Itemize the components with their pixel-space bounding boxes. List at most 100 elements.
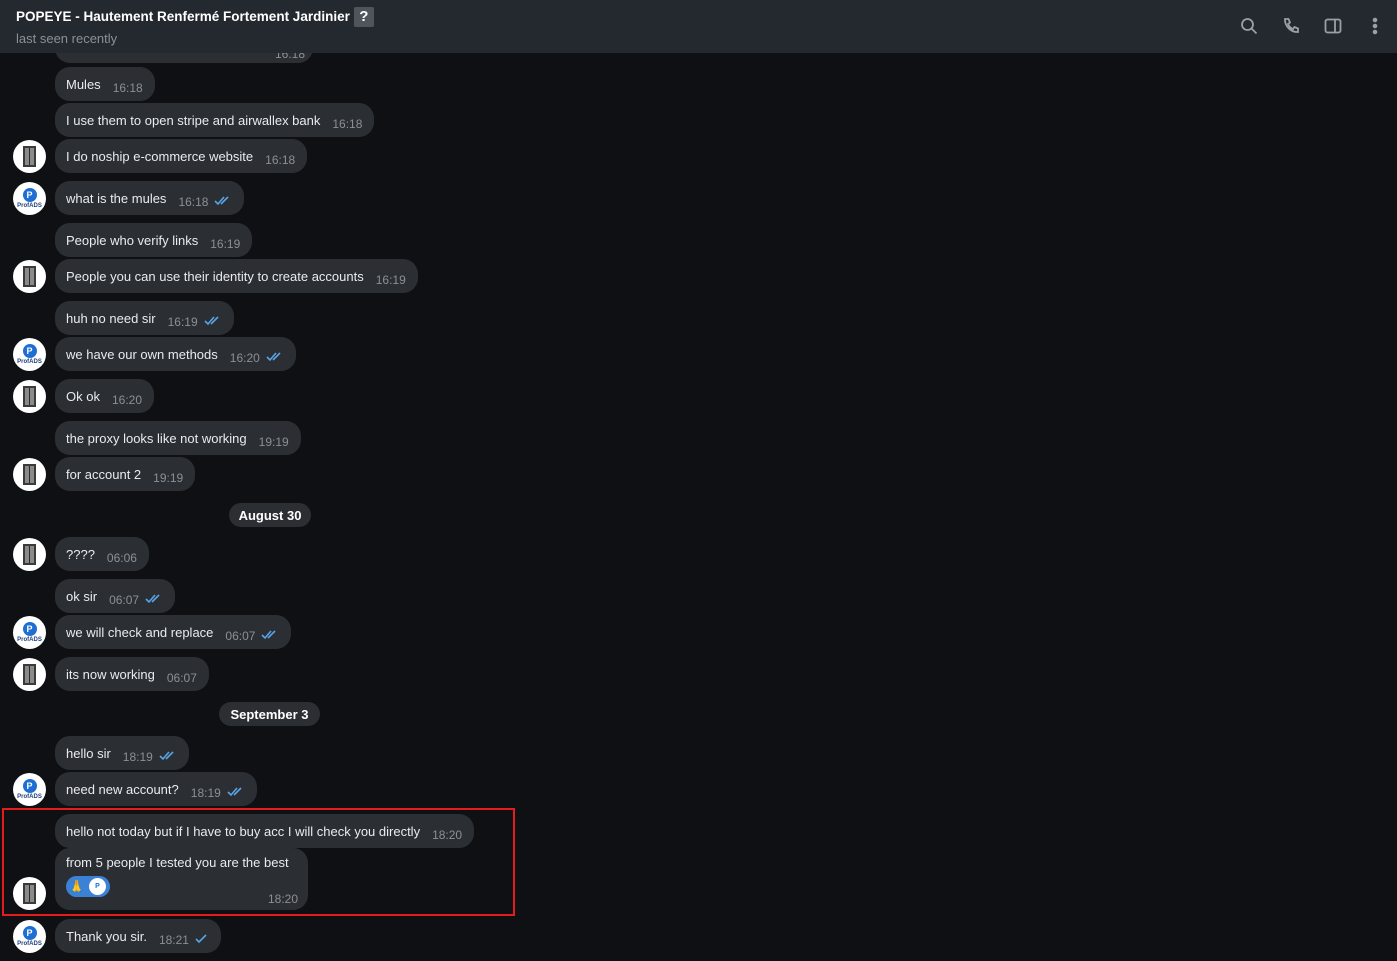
message-bubble[interactable]: huh no need sir 16:19 bbox=[55, 301, 234, 335]
message-bubble[interactable]: for account 2 19:19 bbox=[55, 457, 196, 491]
message-time: 16:18 bbox=[112, 81, 143, 95]
message-list[interactable]: 16:18 Mules 16:18 I use them to open str… bbox=[0, 53, 1397, 961]
message-bubble[interactable]: hello sir 18:19 bbox=[55, 736, 189, 770]
sidebar-toggle-icon[interactable] bbox=[1323, 16, 1343, 36]
user-avatar[interactable]: P ProfADS bbox=[13, 616, 46, 649]
message-bubble[interactable]: what is the mules 16:18 bbox=[55, 181, 245, 215]
read-checkmarks-icon bbox=[266, 349, 284, 367]
reaction-bar[interactable]: 🙏 P bbox=[66, 876, 110, 897]
message-bubble[interactable]: People you can use their identity to cre… bbox=[55, 259, 418, 293]
contact-avatar[interactable] bbox=[13, 658, 46, 691]
read-checkmarks-icon bbox=[159, 748, 177, 766]
message-time: 18:20 bbox=[267, 892, 298, 906]
contact-avatar[interactable] bbox=[13, 380, 46, 413]
message-bubble[interactable]: need new account? 18:19 bbox=[55, 772, 257, 806]
user-avatar[interactable]: P ProfADS bbox=[13, 182, 46, 215]
message-time: 16:18 bbox=[332, 117, 363, 131]
read-checkmarks-icon bbox=[145, 591, 163, 609]
message-text: its now working bbox=[66, 666, 155, 682]
read-checkmarks-icon bbox=[204, 313, 222, 331]
message-bubble[interactable]: hello not today but if I have to buy acc… bbox=[55, 814, 475, 848]
pray-reaction-icon[interactable]: 🙏 bbox=[69, 879, 85, 895]
message-time: 16:18 bbox=[274, 53, 305, 61]
message-time: 06:07 bbox=[225, 629, 256, 643]
message-time: 19:19 bbox=[153, 471, 184, 485]
logo-text: ProfADS bbox=[17, 359, 42, 365]
message-time: 06:06 bbox=[106, 551, 137, 565]
message-time: 16:20 bbox=[111, 393, 142, 407]
more-vertical-icon[interactable] bbox=[1365, 16, 1385, 36]
message-bubble[interactable]: Ok ok 16:20 bbox=[55, 379, 154, 413]
message-text: Mules bbox=[66, 76, 101, 92]
message-bubble[interactable]: its now working 06:07 bbox=[55, 657, 209, 691]
message-bubble[interactable]: People who verify links 16:19 bbox=[55, 223, 253, 257]
message-text: Ok ok bbox=[66, 388, 100, 404]
chat-title-row[interactable]: POPEYE - Hautement Renfermé Fortement Ja… bbox=[16, 7, 1381, 27]
message-time: 16:19 bbox=[167, 315, 198, 329]
message-time: 18:19 bbox=[190, 786, 221, 800]
contact-avatar[interactable] bbox=[13, 538, 46, 571]
date-separator: September 3 bbox=[219, 702, 320, 726]
logo-icon: P bbox=[22, 188, 37, 202]
message-time: 06:07 bbox=[166, 671, 197, 685]
message-text: People you can use their identity to cre… bbox=[66, 268, 364, 284]
logo-icon: P bbox=[22, 344, 37, 358]
user-avatar[interactable]: P ProfADS bbox=[13, 773, 46, 806]
logo-text: ProfADS bbox=[17, 637, 42, 643]
message-text: hello sir bbox=[66, 745, 111, 761]
message-bubble[interactable]: Mules 16:18 bbox=[55, 67, 155, 101]
message-text: hello not today but if I have to buy acc… bbox=[66, 823, 421, 839]
phone-icon[interactable] bbox=[1281, 16, 1301, 36]
message-text: Thank you sir. bbox=[66, 928, 147, 944]
logo-text: ProfADS bbox=[17, 941, 42, 947]
contact-avatar[interactable] bbox=[13, 458, 46, 491]
message-text: huh no need sir bbox=[66, 310, 156, 326]
date-separator: August 30 bbox=[229, 503, 311, 527]
message-text: need new account? bbox=[66, 781, 179, 797]
contact-avatar[interactable] bbox=[13, 260, 46, 293]
message-bubble[interactable]: ???? 06:06 bbox=[55, 537, 149, 571]
message-text: ???? bbox=[66, 546, 95, 562]
logo-icon: P bbox=[22, 622, 37, 636]
message-text: we have our own methods bbox=[66, 346, 218, 362]
message-text: what is the mules bbox=[66, 190, 167, 206]
message-time: 16:18 bbox=[178, 195, 209, 209]
header-actions bbox=[1239, 16, 1385, 36]
message-time: 16:19 bbox=[210, 237, 241, 251]
message-bubble[interactable]: ok sir 06:07 bbox=[55, 579, 176, 613]
message-text: for account 2 bbox=[66, 466, 142, 482]
message-bubble[interactable]: I use them to open stripe and airwallex … bbox=[55, 103, 375, 137]
message-bubble-partial[interactable]: 16:18 bbox=[55, 53, 313, 63]
message-time: 16:18 bbox=[265, 153, 296, 167]
sent-checkmark-icon bbox=[195, 931, 209, 949]
chat-status: last seen recently bbox=[16, 31, 118, 46]
message-time: 19:19 bbox=[258, 435, 289, 449]
reactor-avatar-icon[interactable]: P bbox=[89, 878, 106, 895]
message-time: 18:21 bbox=[158, 933, 189, 947]
message-text: People who verify links bbox=[66, 232, 199, 248]
message-text: I use them to open stripe and airwallex … bbox=[66, 112, 321, 128]
message-bubble[interactable]: Thank you sir. 18:21 bbox=[55, 919, 221, 953]
logo-icon: P bbox=[22, 779, 37, 793]
message-bubble[interactable]: we have our own methods 16:20 bbox=[55, 337, 296, 371]
logo-text: ProfADS bbox=[17, 203, 42, 209]
contact-avatar[interactable] bbox=[13, 877, 46, 910]
message-bubble[interactable]: we will check and replace 06:07 bbox=[55, 615, 292, 649]
contact-avatar[interactable] bbox=[13, 140, 46, 173]
message-bubble[interactable]: the proxy looks like not working 19:19 bbox=[55, 421, 301, 455]
message-bubble[interactable]: I do noship e-commerce website 16:18 bbox=[55, 139, 308, 173]
chat-title: POPEYE - Hautement Renfermé Fortement Ja… bbox=[16, 9, 350, 24]
user-avatar[interactable]: P ProfADS bbox=[13, 920, 46, 953]
read-checkmarks-icon bbox=[227, 784, 245, 802]
message-bubble-with-reactions[interactable]: from 5 people I tested you are the best … bbox=[55, 848, 308, 910]
message-time: 18:19 bbox=[122, 750, 153, 764]
message-time: 16:19 bbox=[375, 273, 406, 287]
chat-header: POPEYE - Hautement Renfermé Fortement Ja… bbox=[0, 0, 1397, 53]
user-avatar[interactable]: P ProfADS bbox=[13, 338, 46, 371]
message-text: from 5 people I tested you are the best bbox=[66, 855, 289, 870]
logo-text: ProfADS bbox=[17, 794, 42, 800]
message-text: ok sir bbox=[66, 588, 98, 604]
logo-icon: P bbox=[22, 926, 37, 940]
search-icon[interactable] bbox=[1239, 16, 1259, 36]
message-text: I do noship e-commerce website bbox=[66, 148, 254, 164]
